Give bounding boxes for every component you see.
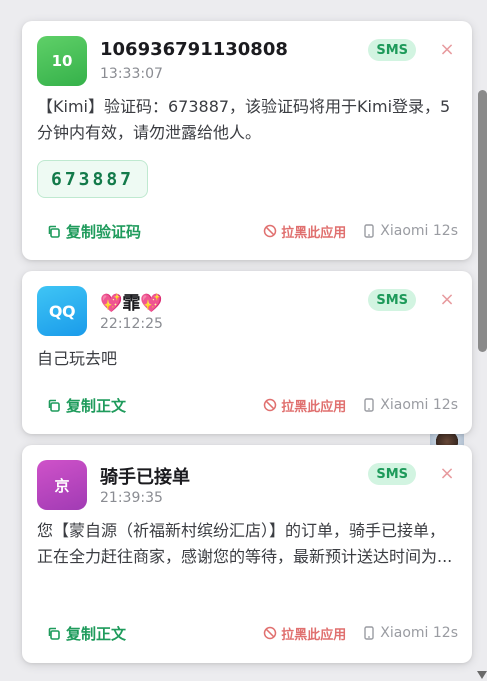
device-name: Xiaomi 12s: [380, 397, 458, 413]
device-name: Xiaomi 12s: [380, 223, 458, 239]
block-app-button[interactable]: 拉黑此应用: [263, 396, 346, 415]
jd-app-icon: 京: [37, 460, 87, 510]
sender-name: 106936791130808: [100, 39, 288, 60]
notification-card-qq[interactable]: QQ 💖霏💖 22:12:25 SMS × 自己玩去吧 复制正文 拉黑此应用 X…: [22, 271, 472, 434]
action-bar: 复制正文 拉黑此应用 Xiaomi 12s: [37, 622, 458, 644]
sms-badge: SMS: [368, 289, 416, 311]
sender-name: 骑手已接单: [100, 467, 190, 488]
message-body: 【Kimi】验证码：673887，该验证码将用于Kimi登录，5分钟内有效，请勿…: [37, 97, 451, 142]
notification-card-delivery[interactable]: 京 骑手已接单 21:39:35 SMS × 您【蒙自源（祈福新村缤纷汇店）】的…: [22, 445, 472, 663]
notification-card-verification[interactable]: 10 106936791130808 13:33:07 SMS × 【Kimi】…: [22, 21, 472, 260]
app-icon-label: QQ: [48, 301, 76, 321]
timestamp: 22:12:25: [100, 316, 163, 332]
close-icon[interactable]: ×: [438, 465, 456, 483]
phone-icon: [364, 626, 374, 640]
block-app-label: 拉黑此应用: [281, 225, 347, 241]
scrollbar-thumb[interactable]: [478, 90, 487, 352]
phone-icon: [364, 398, 374, 412]
copy-icon: [47, 627, 60, 640]
app-icon-label: 京: [54, 476, 70, 495]
block-icon: [263, 626, 277, 640]
close-icon[interactable]: ×: [438, 41, 456, 59]
copy-code-label: 复制验证码: [66, 222, 142, 241]
sms-badge: SMS: [368, 39, 416, 61]
block-app-button[interactable]: 拉黑此应用: [263, 624, 346, 643]
device-info: Xiaomi 12s: [364, 397, 458, 413]
copy-text-button[interactable]: 复制正文: [37, 623, 126, 644]
scroll-down-arrow[interactable]: [477, 671, 487, 679]
message-body: 自己玩去吧: [37, 349, 118, 368]
timestamp: 21:39:35: [100, 490, 163, 506]
timestamp: 13:33:07: [100, 66, 163, 82]
copy-text-label: 复制正文: [66, 396, 127, 415]
sms-app-icon: 10: [37, 36, 87, 86]
block-app-label: 拉黑此应用: [281, 627, 347, 643]
verification-code[interactable]: 673887: [37, 160, 149, 198]
copy-icon: [47, 225, 60, 238]
message-body: 您【蒙自源（祈福新村缤纷汇店）】的订单，骑手已接单，正在全力赶往商家，感谢您的等…: [37, 521, 453, 566]
device-info: Xiaomi 12s: [364, 625, 458, 641]
block-app-label: 拉黑此应用: [281, 399, 347, 415]
copy-icon: [47, 399, 60, 412]
action-bar: 复制验证码 拉黑此应用 Xiaomi 12s: [37, 220, 458, 242]
device-info: Xiaomi 12s: [364, 223, 458, 239]
sender-name: 💖霏💖: [100, 293, 163, 314]
app-icon-label: 10: [51, 52, 73, 70]
sms-badge: SMS: [368, 463, 416, 485]
qq-app-icon: QQ: [37, 286, 87, 336]
device-name: Xiaomi 12s: [380, 625, 458, 641]
block-app-button[interactable]: 拉黑此应用: [263, 222, 346, 241]
copy-text-label: 复制正文: [66, 624, 127, 643]
notification-list: 10 106936791130808 13:33:07 SMS × 【Kimi】…: [0, 0, 487, 681]
copy-code-button[interactable]: 复制验证码: [37, 221, 141, 242]
copy-text-button[interactable]: 复制正文: [37, 395, 126, 416]
block-icon: [263, 398, 277, 412]
phone-icon: [364, 224, 374, 238]
block-icon: [263, 224, 277, 238]
action-bar: 复制正文 拉黑此应用 Xiaomi 12s: [37, 394, 458, 416]
close-icon[interactable]: ×: [438, 291, 456, 309]
